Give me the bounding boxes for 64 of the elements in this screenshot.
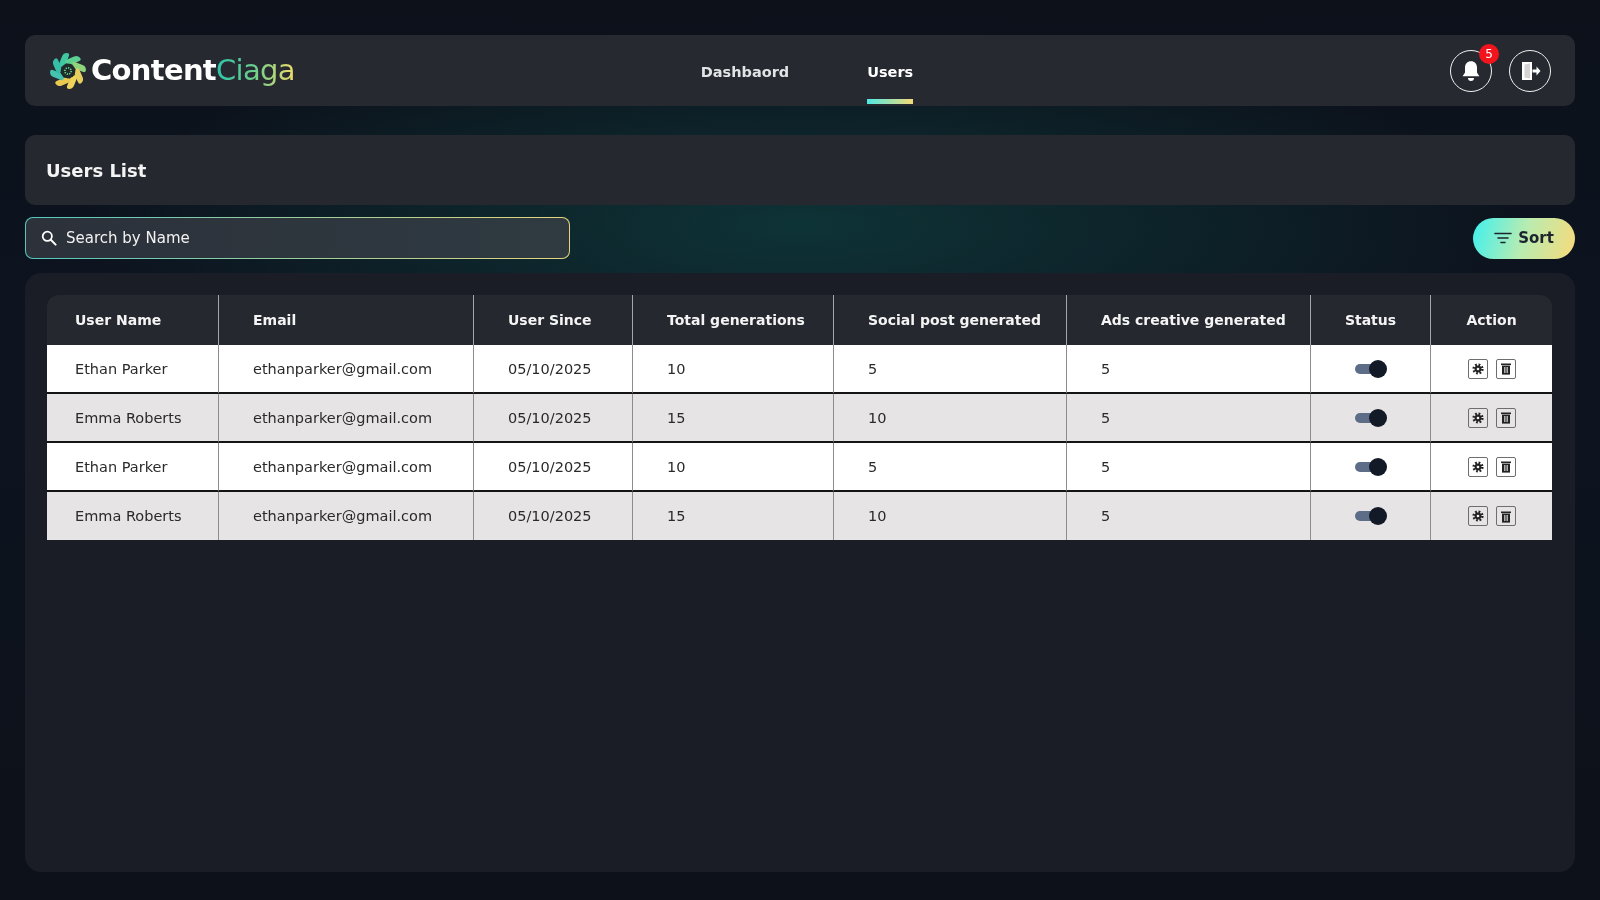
table-cell: 10 — [868, 508, 887, 524]
table-cell: ethanparker@gmail.com — [253, 508, 433, 524]
table-cell: 05/10/2025 — [508, 458, 592, 475]
gear-icon — [1471, 362, 1484, 375]
column-header: User Name — [47, 295, 219, 345]
trash-icon — [1499, 509, 1512, 523]
logo-wordmark: ContentCiaga — [91, 56, 295, 85]
nav-tab[interactable]: Dashbaord — [700, 35, 790, 106]
trash-icon — [1499, 362, 1512, 375]
table-cell: Emma Roberts — [75, 508, 182, 524]
delete-button[interactable] — [1495, 506, 1516, 526]
column-header: Email — [219, 295, 474, 345]
table-cell: 5 — [868, 458, 878, 475]
table-cell: 5 — [1101, 458, 1111, 475]
status-toggle[interactable] — [1354, 407, 1387, 428]
trash-icon — [1499, 411, 1512, 424]
table-cell: 05/10/2025 — [508, 360, 592, 377]
table-cell: 5 — [868, 360, 878, 377]
gear-icon — [1471, 460, 1484, 473]
settings-button[interactable] — [1467, 456, 1488, 477]
status-toggle[interactable] — [1354, 506, 1387, 526]
table-cell: 10 — [667, 360, 686, 377]
trash-icon — [1499, 460, 1512, 473]
table-cell: 05/10/2025 — [508, 508, 592, 524]
status-toggle[interactable] — [1354, 358, 1387, 379]
column-header: Action — [1431, 295, 1552, 345]
column-header: Ads creative generated — [1067, 295, 1311, 345]
status-toggle[interactable] — [1354, 456, 1387, 477]
column-header: Status — [1311, 295, 1431, 345]
column-header: Total generations — [633, 295, 834, 345]
delete-button[interactable] — [1495, 358, 1516, 379]
delete-button[interactable] — [1495, 407, 1516, 428]
table-cell: 5 — [1101, 360, 1111, 377]
table-cell: 15 — [667, 409, 686, 426]
gear-icon — [1471, 411, 1484, 424]
table-cell: Emma Roberts — [75, 409, 182, 426]
column-header: User Since — [474, 295, 633, 345]
table-cell: ethanparker@gmail.com — [253, 360, 433, 377]
search-field[interactable]: Search by Name — [25, 217, 570, 259]
table-cell: 10 — [667, 458, 686, 475]
filter-icon — [1494, 232, 1513, 244]
page-title: Users List — [46, 159, 147, 181]
notification-badge: 5 — [1479, 43, 1499, 64]
column-header: Social post generated — [834, 295, 1067, 345]
settings-button[interactable] — [1467, 407, 1488, 428]
table-cell: ethanparker@gmail.com — [253, 458, 433, 475]
logout-icon — [1519, 59, 1541, 82]
table-cell: 5 — [1101, 508, 1111, 524]
table-cell: Ethan Parker — [75, 360, 168, 377]
table-cell: 05/10/2025 — [508, 409, 592, 426]
table-cell: Ethan Parker — [75, 458, 168, 475]
logo-icon — [49, 51, 87, 90]
settings-button[interactable] — [1467, 358, 1488, 379]
table-cell: 10 — [868, 409, 887, 426]
gear-icon — [1471, 510, 1484, 522]
nav-tab[interactable]: Users — [867, 35, 914, 106]
table-cell: ethanparker@gmail.com — [253, 409, 433, 426]
delete-button[interactable] — [1495, 456, 1516, 477]
settings-button[interactable] — [1467, 506, 1488, 526]
search-icon — [41, 230, 57, 246]
table-cell: 5 — [1101, 409, 1111, 426]
bell-icon — [1461, 59, 1481, 82]
sort-button[interactable]: Sort — [1473, 217, 1575, 259]
table-cell: 15 — [667, 508, 686, 524]
